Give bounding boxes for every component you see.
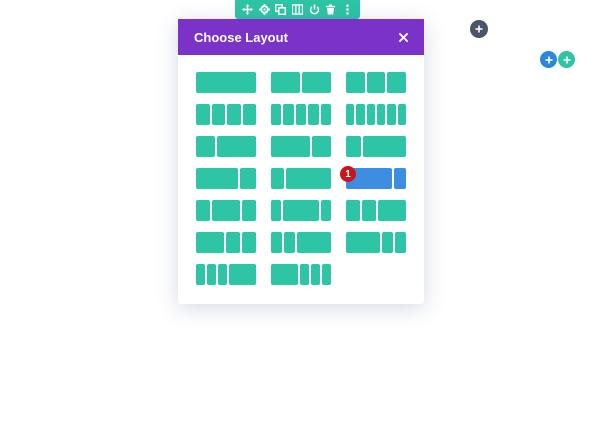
layout-column <box>394 232 406 253</box>
layout-column <box>362 136 406 157</box>
layout-option-fifth-three-fifths-fifth[interactable] <box>271 200 331 221</box>
layout-column <box>271 232 283 253</box>
layout-column <box>308 104 319 125</box>
layout-column <box>196 104 210 125</box>
layout-column <box>297 232 331 253</box>
layout-option-three-fifths-fifth-fifth[interactable] <box>346 232 406 253</box>
layout-column <box>196 264 205 285</box>
layout-column <box>227 104 241 125</box>
layout-column <box>362 200 376 221</box>
plus-icon <box>563 56 570 63</box>
layout-column <box>207 264 216 285</box>
layout-column <box>271 72 300 93</box>
layout-option-sixths-sixths-half[interactable] <box>196 264 256 285</box>
layout-option-quarter-quarter-half[interactable] <box>346 200 406 221</box>
layout-column <box>218 264 227 285</box>
layout-column <box>242 200 256 221</box>
layout-column <box>239 168 256 189</box>
layout-column <box>346 104 355 125</box>
layout-column <box>196 136 216 157</box>
layout-column <box>381 232 393 253</box>
layout-option-quarter-half-quarter[interactable] <box>196 200 256 221</box>
layout-column <box>271 264 298 285</box>
power-icon[interactable] <box>307 3 321 17</box>
layout-column <box>283 200 319 221</box>
layout-option-four-equal[interactable] <box>196 104 256 125</box>
layout-column <box>242 104 256 125</box>
layout-column <box>320 200 331 221</box>
layout-column <box>346 232 380 253</box>
more-icon[interactable] <box>340 3 354 17</box>
step-badge: 1 <box>340 166 356 182</box>
row-settings-toolbar <box>235 0 360 19</box>
layout-option-three-quarters-quarter[interactable] <box>196 168 256 189</box>
layout-column <box>295 104 307 125</box>
add-module-button-teal[interactable] <box>558 51 575 68</box>
layout-column <box>300 264 309 285</box>
layout-column <box>376 104 386 125</box>
layout-option-half-quarter-quarter[interactable] <box>196 232 256 253</box>
layout-column <box>217 136 256 157</box>
move-icon[interactable] <box>241 3 255 17</box>
layout-column <box>226 232 240 253</box>
layout-option-two-equal[interactable] <box>271 72 331 93</box>
layout-column <box>378 200 406 221</box>
layout-option-six-equal[interactable] <box>346 104 406 125</box>
layout-column <box>271 104 282 125</box>
layout-option-half-sixths-sixths[interactable] <box>271 264 331 285</box>
plus-icon <box>545 56 552 63</box>
layout-column <box>322 264 331 285</box>
layout-option-one-third-two-thirds[interactable] <box>196 136 256 157</box>
layout-column <box>346 136 361 157</box>
add-section-button-dark[interactable] <box>470 20 488 38</box>
duplicate-icon[interactable] <box>274 3 288 17</box>
layout-column <box>387 104 396 125</box>
choose-layout-modal: Choose Layout <box>178 19 424 304</box>
layout-option-fifth-fifth-three-fifths[interactable] <box>271 232 331 253</box>
layout-column <box>284 232 296 253</box>
layout-column <box>366 72 386 93</box>
layout-column <box>356 104 365 125</box>
layout-column <box>196 168 238 189</box>
layout-column <box>346 72 365 93</box>
layout-column <box>311 136 331 157</box>
modal-title: Choose Layout <box>194 29 288 45</box>
layout-column <box>366 104 375 125</box>
layout-option-three-equal[interactable] <box>346 72 406 93</box>
layout-column <box>196 232 224 253</box>
layout-option-quarter-three-quarters-b[interactable] <box>271 168 331 189</box>
layout-column <box>320 104 331 125</box>
layout-column <box>283 104 294 125</box>
layout-column <box>196 200 210 221</box>
layout-column <box>271 168 285 189</box>
layout-column <box>302 72 331 93</box>
add-row-button-blue[interactable] <box>540 51 557 68</box>
layout-column <box>196 72 256 93</box>
columns-icon[interactable] <box>291 3 305 17</box>
layout-option-two-thirds-one-third[interactable] <box>271 136 331 157</box>
plus-icon <box>475 25 483 33</box>
trash-icon[interactable] <box>324 3 338 17</box>
modal-header: Choose Layout <box>178 19 424 55</box>
layout-column <box>229 264 256 285</box>
layout-column <box>394 168 406 189</box>
layout-column <box>286 168 331 189</box>
layout-column <box>397 104 406 125</box>
layout-option-one-column[interactable] <box>196 72 256 93</box>
layout-option-quarter-three-quarters[interactable] <box>346 136 406 157</box>
layout-option-five-equal[interactable] <box>271 104 331 125</box>
layout-column <box>211 104 225 125</box>
layout-column <box>346 200 360 221</box>
layout-column <box>311 264 320 285</box>
layout-column <box>271 136 310 157</box>
layout-column <box>387 72 406 93</box>
layout-column <box>242 232 256 253</box>
layout-column <box>271 200 282 221</box>
gear-icon[interactable] <box>257 3 271 17</box>
close-icon[interactable] <box>396 30 410 44</box>
layout-column <box>212 200 240 221</box>
